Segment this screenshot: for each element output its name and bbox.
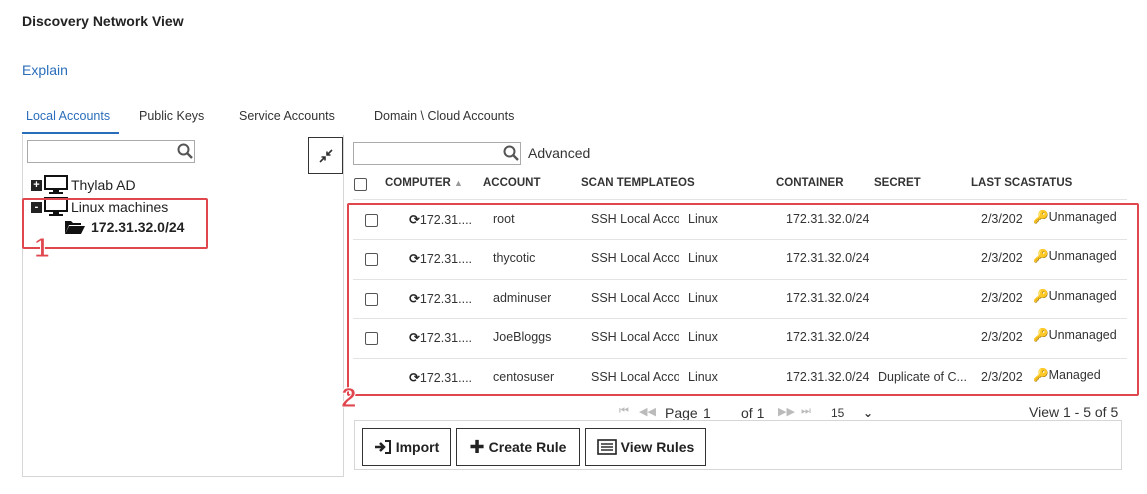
search-icon[interactable] <box>503 145 519 161</box>
list-icon <box>596 439 617 455</box>
page-title: Discovery Network View <box>22 13 184 29</box>
column-header-os[interactable]: OS <box>678 177 695 189</box>
import-button[interactable]: Import <box>362 428 451 466</box>
annotation-box-1 <box>22 198 208 249</box>
column-header-last-scan[interactable]: LAST SCAN <box>971 177 1028 189</box>
import-icon <box>374 440 391 454</box>
page-count: of 1 <box>741 405 765 421</box>
chevron-down-icon: ⌄ <box>862 406 873 420</box>
tree-node-label: Thylab AD <box>71 177 136 193</box>
create-rule-button[interactable]: ✚ Create Rule <box>456 428 580 466</box>
page-label: Page <box>665 405 698 421</box>
column-header-account[interactable]: ACCOUNT <box>483 177 541 189</box>
select-all-checkbox[interactable] <box>354 178 367 191</box>
collapse-tree-button[interactable] <box>308 137 343 174</box>
annotation-label-2: 2 <box>341 382 358 414</box>
annotation-box-2 <box>347 203 1139 396</box>
collapse-icon <box>318 148 333 163</box>
tab-local-accounts[interactable]: Local Accounts <box>26 109 110 123</box>
first-page-icon[interactable]: ⏮ <box>619 405 629 418</box>
tab-service-accounts[interactable]: Service Accounts <box>239 109 335 123</box>
annotation-label-1: 1 <box>34 232 51 264</box>
explain-link[interactable]: Explain <box>22 62 68 78</box>
view-count: View 1 - 5 of 5 <box>1029 404 1119 420</box>
column-header-computer[interactable]: COMPUTER ▲ <box>385 177 463 189</box>
advanced-search-link[interactable]: Advanced <box>528 145 590 161</box>
page-size-select[interactable]: 15 ⌄ <box>831 406 873 420</box>
header-divider <box>353 199 1127 200</box>
tree-search-input[interactable] <box>27 140 195 163</box>
column-header-scan-template[interactable]: SCAN TEMPLATE <box>581 177 678 189</box>
column-header-status[interactable]: STATUS <box>1028 177 1072 189</box>
search-icon[interactable] <box>177 143 193 159</box>
prev-page-icon[interactable]: ◀◀ <box>639 405 656 418</box>
column-header-secret[interactable]: SECRET <box>874 177 921 189</box>
expand-icon[interactable]: + <box>31 179 42 191</box>
computer-icon <box>44 175 68 194</box>
grid-search-input[interactable] <box>353 142 521 165</box>
active-tab-indicator <box>22 132 119 134</box>
last-page-icon[interactable]: ⏭ <box>801 405 811 418</box>
page-number-input[interactable]: 1 <box>703 405 733 421</box>
tab-domain-cloud-accounts[interactable]: Domain \ Cloud Accounts <box>374 109 514 123</box>
next-page-icon[interactable]: ▶▶ <box>778 405 795 418</box>
plus-icon: ✚ <box>469 436 485 457</box>
view-rules-button[interactable]: View Rules <box>585 428 706 466</box>
column-header-container[interactable]: CONTAINER <box>776 177 844 189</box>
tree-node-thylab-ad[interactable]: + Thylab AD <box>31 175 136 195</box>
tab-public-keys[interactable]: Public Keys <box>139 109 204 123</box>
